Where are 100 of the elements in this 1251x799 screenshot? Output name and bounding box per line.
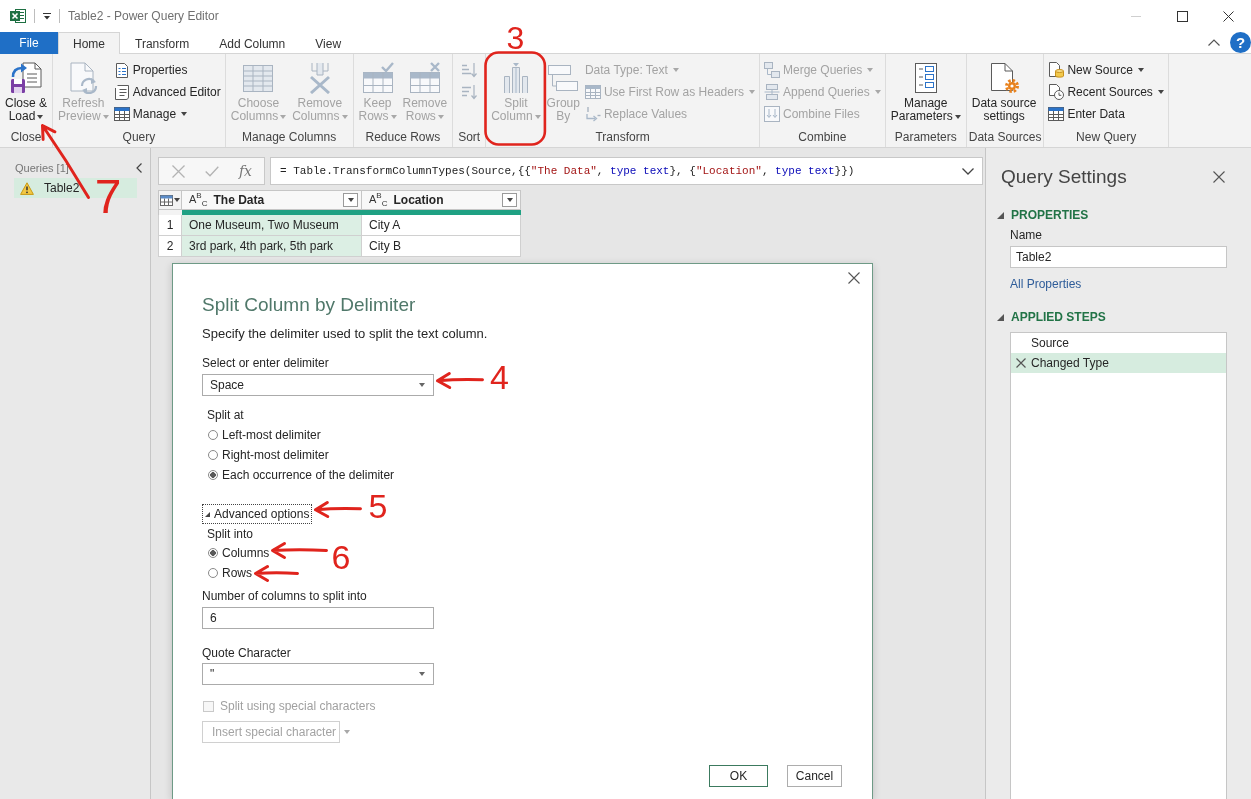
field-label: Name: [1010, 227, 1042, 243]
ribbon-tab[interactable]: Transform: [120, 32, 205, 54]
file-menu-tab[interactable]: File: [0, 32, 58, 54]
group-label: Sort: [457, 130, 482, 146]
dialog-description: Specify the delimiter used to split the text column.: [202, 325, 488, 343]
insert-function-button[interactable]: fx: [238, 163, 252, 179]
formula-field[interactable]: = Table.TransformColumnTypes(Source,{{"The Data", type text}, {"Location", type text}}): [270, 157, 983, 185]
radio-label[interactable]: Columns: [222, 546, 270, 560]
field-label: Split into: [207, 526, 254, 542]
chevron-down-icon[interactable]: [962, 167, 974, 175]
radio-label[interactable]: Right-most delimiter: [222, 448, 329, 462]
table-cell: One Museum, Two Museum: [182, 215, 362, 236]
caret-icon: [347, 198, 354, 202]
caret-icon: [344, 730, 351, 734]
chevron-left-icon[interactable]: [136, 163, 142, 173]
ribbon-button[interactable]: Close & Load: [2, 54, 51, 130]
radio-button[interactable]: [208, 430, 218, 440]
column-header[interactable]: A$^{B}$$_{C}$ The Data: [182, 190, 362, 210]
table-cell: City B: [362, 236, 521, 257]
ribbon-button[interactable]: Properties: [111, 59, 223, 81]
section-header[interactable]: APPLIED STEPS: [1011, 310, 1106, 324]
advanced-options-toggle[interactable]: Advanced options: [202, 504, 313, 524]
delimiter-dropdown[interactable]: Space: [202, 374, 434, 396]
annotation-number: 4: [490, 360, 509, 394]
annotation-arrow: [269, 540, 329, 560]
radio-label[interactable]: Rows: [222, 566, 252, 580]
help-button[interactable]: ?: [1230, 32, 1251, 53]
ribbon-tab[interactable]: Home: [58, 32, 120, 54]
group-label: Transform: [594, 130, 651, 146]
all-properties-link[interactable]: All Properties: [1010, 276, 1082, 292]
close-icon[interactable]: [848, 272, 860, 284]
annotation-arrow: [434, 371, 485, 391]
filter-dropdown-button[interactable]: [502, 193, 517, 207]
caret-icon: [419, 672, 425, 676]
table-icon: [584, 84, 601, 100]
append-icon: [763, 84, 780, 100]
maximize-icon[interactable]: [1176, 10, 1188, 22]
merge-icon: [763, 62, 780, 78]
caret-icon: [506, 198, 513, 202]
radio-button[interactable]: [208, 450, 218, 460]
radio-button[interactable]: [208, 548, 218, 558]
number-field[interactable]: 6: [202, 607, 434, 629]
chevron-up-icon[interactable]: [1208, 39, 1220, 46]
dialog-title: Split Column by Delimiter: [202, 293, 416, 317]
document-list-icon: [113, 62, 130, 78]
annotation-number: 6: [331, 540, 351, 574]
radio-button[interactable]: [208, 568, 218, 578]
table-x-icon: [408, 62, 441, 94]
ribbon-button[interactable]: Data source settings: [968, 54, 1040, 130]
section-header[interactable]: PROPERTIES: [1011, 208, 1089, 222]
field-label: Number of columns to split into: [202, 588, 367, 604]
triangle-icon[interactable]: [997, 211, 1004, 219]
name-field[interactable]: Table2: [1010, 246, 1227, 268]
pane-title: Query Settings: [1001, 166, 1127, 188]
annotation-arrow: [312, 500, 363, 520]
step-item[interactable]: Source: [1011, 333, 1226, 353]
radio-label[interactable]: Left-most delimiter: [222, 428, 321, 442]
quick-access-menu-icon[interactable]: [43, 12, 51, 20]
dialog-button[interactable]: Cancel: [787, 765, 842, 787]
annotation-number: 3: [506, 22, 525, 54]
table-icon: [113, 106, 130, 122]
group-icon: [547, 62, 580, 94]
ribbon-button[interactable]: New Source: [1046, 59, 1166, 81]
document-disk-icon: [10, 62, 42, 94]
step-item[interactable]: Changed Type: [1011, 353, 1226, 373]
table-menu-button[interactable]: [158, 190, 182, 210]
annotation-number: 5: [368, 489, 388, 523]
close-icon[interactable]: [1222, 10, 1234, 22]
delete-icon[interactable]: [1016, 358, 1026, 368]
pane-title: Queries [1]: [15, 162, 69, 174]
dialog-button[interactable]: OK: [709, 765, 768, 787]
column-header[interactable]: A$^{B}$$_{C}$ Location: [362, 190, 521, 210]
table-cell: 3rd park, 4th park, 5th park: [182, 236, 362, 257]
group-label: New Query: [1075, 130, 1138, 146]
group-label: Reduce Rows: [364, 130, 442, 146]
ribbon-button[interactable]: Recent Sources: [1046, 81, 1166, 103]
check-icon[interactable]: [204, 165, 219, 177]
ribbon-button[interactable]: Advanced Editor: [111, 81, 223, 103]
radio-button[interactable]: [208, 470, 218, 480]
caret-icon: [419, 383, 425, 387]
filter-dropdown-button[interactable]: [343, 193, 358, 207]
spreadsheet-app-icon: [10, 8, 26, 24]
combine-icon: [763, 106, 780, 122]
document-database-icon: [1048, 62, 1065, 78]
close-icon[interactable]: [1213, 171, 1225, 183]
triangle-icon[interactable]: [997, 313, 1004, 321]
ribbon-button[interactable]: Enter Data: [1046, 103, 1166, 125]
window-title: Table2 - Power Query Editor: [68, 9, 219, 23]
table-icon: [160, 194, 173, 206]
ribbon-button[interactable]: Manage Parameters: [887, 54, 964, 130]
ribbon-button[interactable]: Manage: [111, 103, 223, 125]
row-number: 2: [158, 236, 182, 257]
refresh-icon: [67, 62, 100, 94]
field-label: Quote Character: [202, 645, 291, 661]
quote-dropdown[interactable]: ": [202, 663, 434, 685]
radio-label[interactable]: Each occurrence of the delimiter: [222, 468, 395, 482]
caret-icon: [174, 198, 180, 202]
document-gear-icon: [988, 62, 1021, 94]
ribbon-tab[interactable]: Add Column: [204, 32, 301, 54]
ribbon-tab[interactable]: View: [300, 32, 357, 54]
